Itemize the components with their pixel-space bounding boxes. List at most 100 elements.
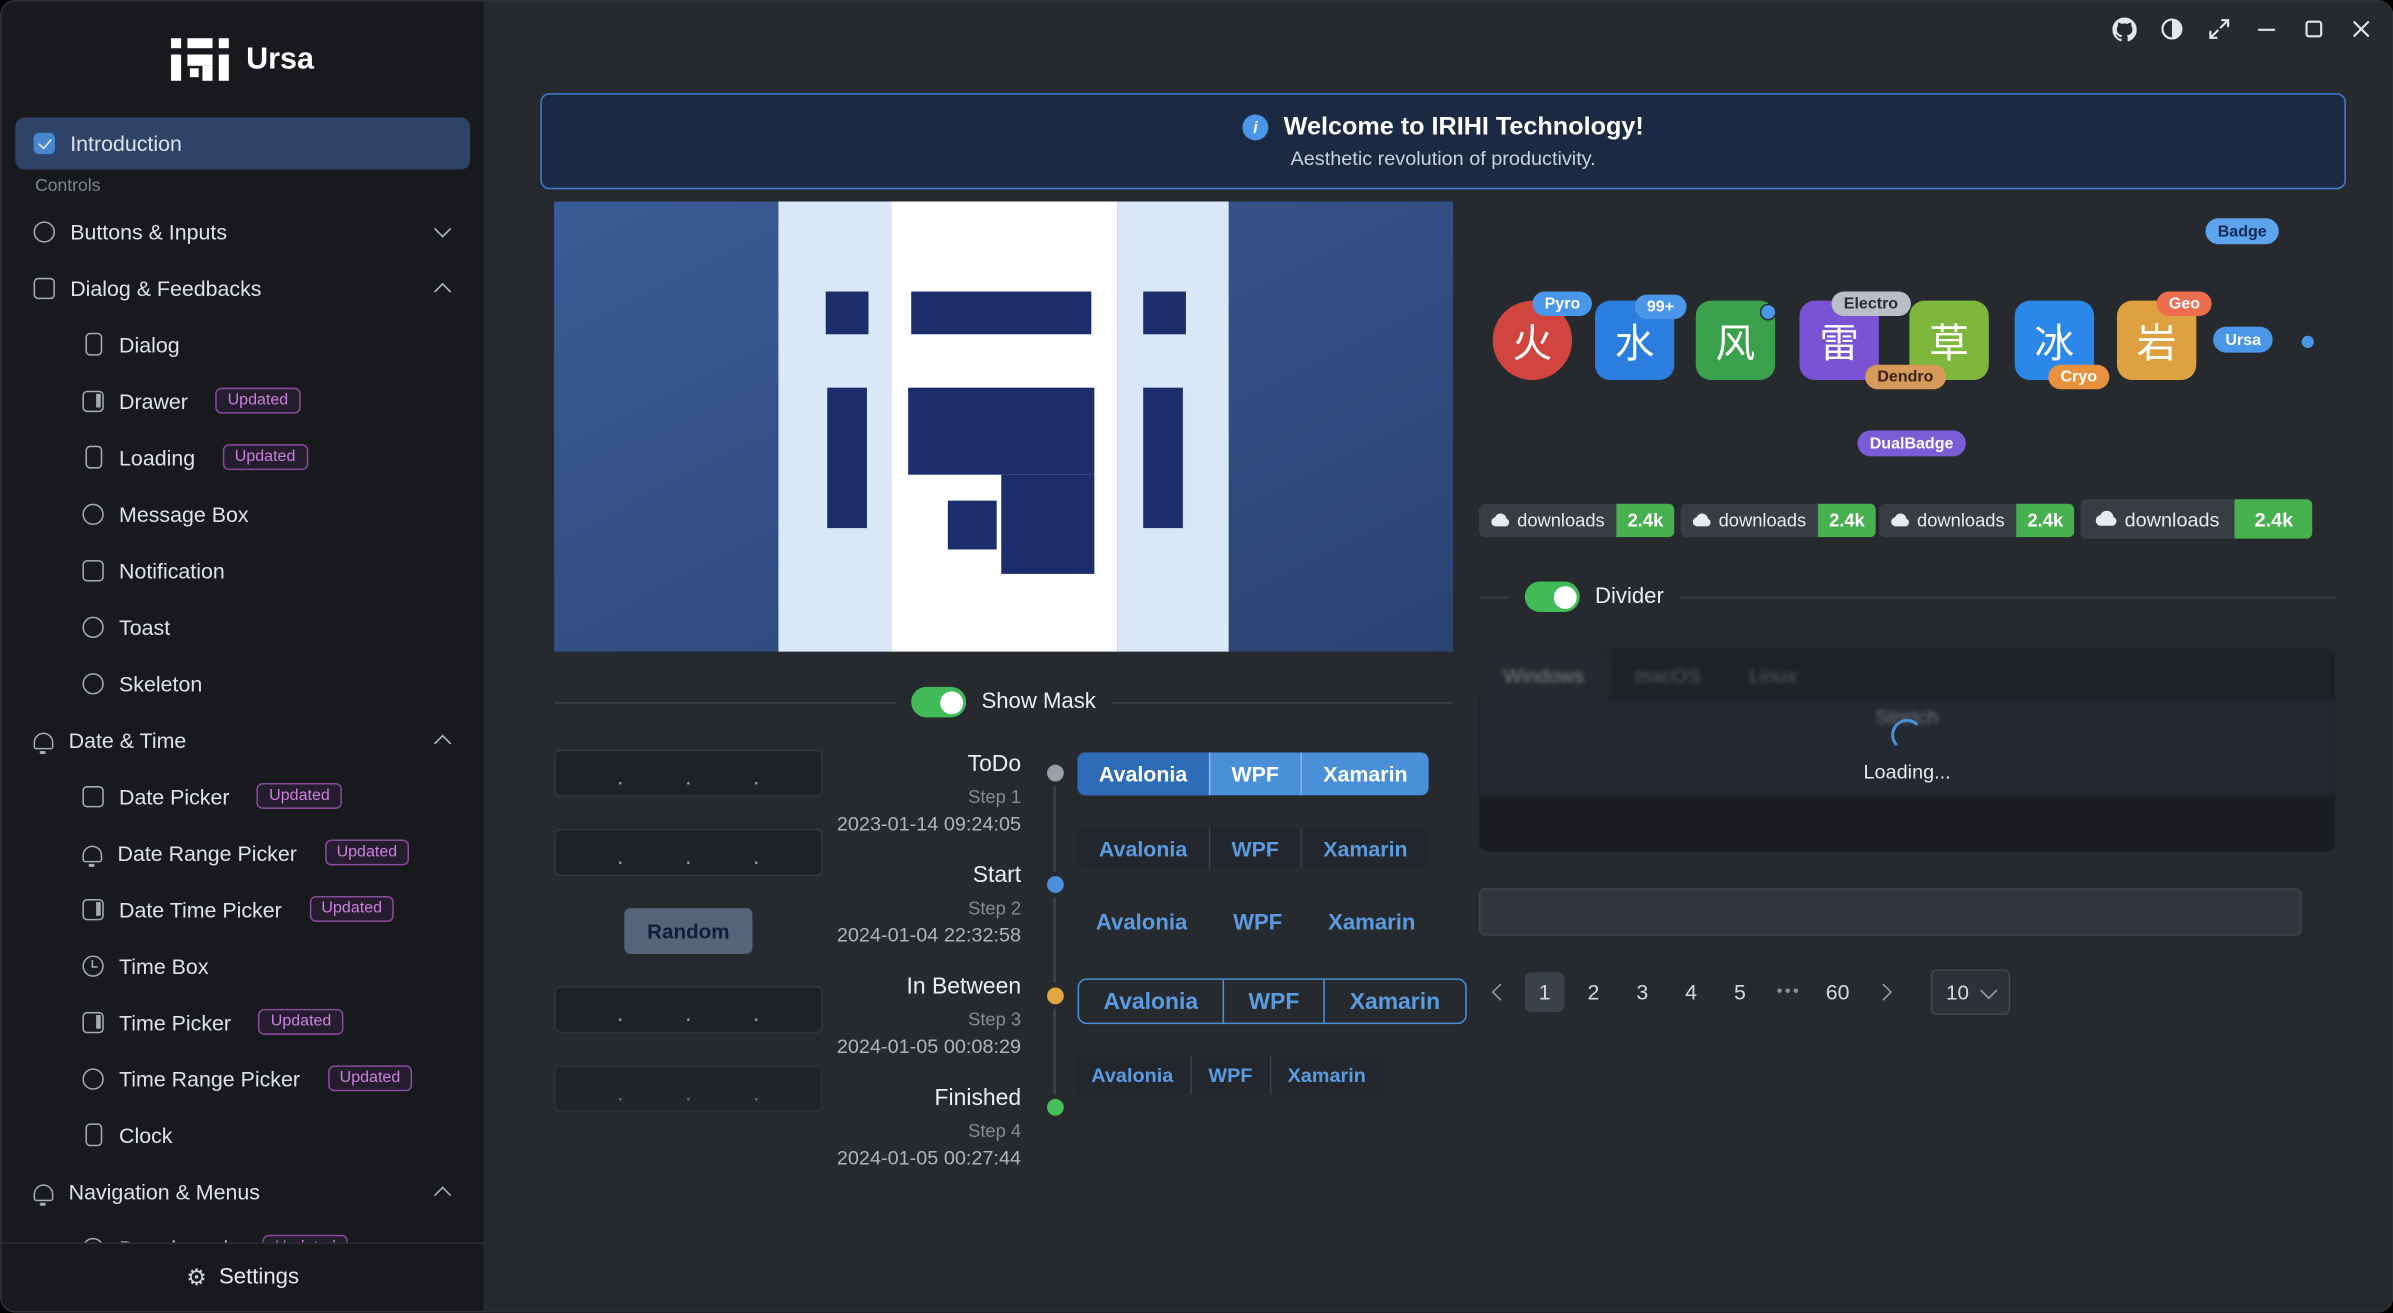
divider-toggle[interactable] bbox=[1525, 582, 1580, 613]
tile-char: 岩 bbox=[2137, 312, 2177, 368]
cloud-download-icon bbox=[2096, 510, 2117, 528]
close-icon[interactable] bbox=[2349, 17, 2373, 41]
date-picker-icon bbox=[82, 785, 103, 806]
group-button-xamarin[interactable]: Xamarin bbox=[1300, 827, 1429, 868]
updated-badge: Updated bbox=[223, 445, 308, 470]
page-size-select[interactable]: 10 bbox=[1931, 969, 2010, 1015]
timeline-time: 2024-01-05 00:08:29 bbox=[714, 1033, 1021, 1060]
sidebar-item-toast[interactable]: Toast bbox=[15, 598, 470, 654]
group-button-wpf[interactable]: WPF bbox=[1190, 1056, 1269, 1094]
timeline-item-todo: ToDo Step 1 2023-01-14 09:24:05 bbox=[714, 749, 1068, 860]
sidebar-item-time-box[interactable]: Time Box bbox=[15, 937, 470, 993]
show-mask-toggle[interactable] bbox=[911, 687, 966, 718]
maximize-icon[interactable] bbox=[2302, 17, 2326, 41]
time-range-picker-icon bbox=[82, 1068, 103, 1089]
fullscreen-icon[interactable] bbox=[2207, 17, 2231, 41]
sidebar-group-dialog-feedbacks[interactable]: Dialog & Feedbacks bbox=[15, 259, 470, 315]
timeline-title: ToDo bbox=[714, 749, 1021, 780]
sidebar-section-controls: Controls bbox=[15, 169, 470, 203]
shield-value: 2.4k bbox=[2235, 499, 2313, 539]
timeline-item-start: Start Step 2 2024-01-04 22:32:58 bbox=[714, 861, 1068, 972]
group-button-avalonia[interactable]: Avalonia bbox=[1073, 902, 1210, 943]
timeline: ToDo Step 1 2023-01-14 09:24:05 Start St… bbox=[714, 749, 1068, 1195]
sidebar-item-label: Dialog & Feedbacks bbox=[70, 275, 261, 299]
updated-badge: Updated bbox=[263, 1235, 348, 1242]
sidebar-item-clock[interactable]: Clock bbox=[15, 1107, 470, 1163]
text-input[interactable] bbox=[1479, 888, 2302, 935]
sidebar-item-label: Message Box bbox=[119, 501, 248, 525]
timeline-item-in-between: In Between Step 3 2024-01-05 00:08:29 bbox=[714, 972, 1068, 1083]
sidebar-item-date-time-picker[interactable]: Date Time Picker Updated bbox=[15, 881, 470, 937]
sidebar-item-breadcrumb[interactable]: Breadcrumb Updated bbox=[15, 1220, 470, 1243]
sidebar-group-navigation-menus[interactable]: Navigation & Menus bbox=[15, 1163, 470, 1219]
group-button-wpf[interactable]: WPF bbox=[1223, 980, 1324, 1023]
sidebar-item-label: Skeleton bbox=[119, 671, 202, 695]
sidebar-item-label: Time Picker bbox=[119, 1010, 231, 1034]
sidebar-item-skeleton[interactable]: Skeleton bbox=[15, 655, 470, 711]
shield-label: downloads bbox=[1719, 510, 1807, 531]
divider-line bbox=[554, 701, 896, 703]
badge-geo: Geo bbox=[2157, 292, 2213, 316]
divider-line bbox=[1679, 596, 2335, 598]
group-button-wpf[interactable]: WPF bbox=[1209, 752, 1301, 795]
sidebar-item-date-picker[interactable]: Date Picker Updated bbox=[15, 768, 470, 824]
group-button-xamarin[interactable]: Xamarin bbox=[1305, 902, 1438, 943]
badge-99plus: 99+ bbox=[1635, 295, 1687, 319]
sidebar-group-buttons-inputs[interactable]: Buttons & Inputs bbox=[15, 203, 470, 259]
sidebar-item-introduction[interactable]: Introduction bbox=[15, 118, 470, 170]
pagination-page-3[interactable]: 3 bbox=[1622, 972, 1662, 1012]
sidebar-item-time-range-picker[interactable]: Time Range Picker Updated bbox=[15, 1050, 470, 1106]
group-button-avalonia[interactable]: Avalonia bbox=[1078, 827, 1209, 868]
breadcrumb-icon bbox=[82, 1237, 103, 1242]
loading-spinner-icon bbox=[1891, 718, 1923, 750]
pagination-page-4[interactable]: 4 bbox=[1671, 972, 1711, 1012]
downloads-shield: downloads 2.4k bbox=[1879, 504, 2074, 538]
sidebar-item-time-picker[interactable]: Time Picker Updated bbox=[15, 994, 470, 1050]
group-button-wpf[interactable]: WPF bbox=[1209, 827, 1301, 868]
tile-char: 冰 bbox=[2035, 312, 2075, 368]
pagination-ellipsis: ••• bbox=[1769, 972, 1809, 1012]
clock-icon bbox=[85, 1123, 102, 1146]
updated-badge: Updated bbox=[324, 840, 409, 865]
settings-button[interactable]: ⚙ Settings bbox=[2, 1242, 484, 1311]
group-button-xamarin[interactable]: Xamarin bbox=[1300, 752, 1429, 795]
sidebar-item-dialog[interactable]: Dialog bbox=[15, 316, 470, 372]
group-button-xamarin[interactable]: Xamarin bbox=[1324, 980, 1465, 1023]
buttons-inputs-icon bbox=[34, 221, 55, 242]
timeline-item-finished: Finished Step 4 2024-01-05 00:27:44 bbox=[714, 1084, 1068, 1195]
sidebar-item-date-range-picker[interactable]: Date Range Picker Updated bbox=[15, 824, 470, 880]
divider-line bbox=[1479, 596, 1510, 598]
skeleton-icon bbox=[82, 672, 103, 693]
group-button-wpf[interactable]: WPF bbox=[1210, 902, 1305, 943]
pagination-page-60[interactable]: 60 bbox=[1818, 972, 1858, 1012]
group-button-xamarin[interactable]: Xamarin bbox=[1269, 1056, 1382, 1094]
github-icon[interactable] bbox=[2112, 17, 2136, 41]
pagination-page-5[interactable]: 5 bbox=[1720, 972, 1760, 1012]
welcome-banner: i Welcome to IRIHI Technology! Aesthetic… bbox=[540, 93, 2346, 189]
group-button-avalonia[interactable]: Avalonia bbox=[1079, 980, 1222, 1023]
ipv4-dot: . bbox=[617, 765, 623, 791]
divider-label: Divider bbox=[1595, 585, 1664, 609]
pagination-page-2[interactable]: 2 bbox=[1574, 972, 1614, 1012]
minimize-icon[interactable] bbox=[2254, 17, 2278, 41]
tile-char: 风 bbox=[1716, 312, 1756, 368]
pagination-next-button[interactable] bbox=[1867, 972, 1904, 1012]
theme-toggle-icon[interactable] bbox=[2160, 17, 2184, 41]
tab-panel: Windows macOS Linux Stretch Loading... bbox=[1479, 649, 2335, 852]
group-button-avalonia[interactable]: Avalonia bbox=[1075, 1056, 1191, 1094]
chevron-down-icon bbox=[434, 220, 451, 237]
shield-label: downloads bbox=[1517, 510, 1605, 531]
group-button-avalonia[interactable]: Avalonia bbox=[1078, 752, 1209, 795]
sidebar-item-notification[interactable]: Notification bbox=[15, 542, 470, 598]
pagination-prev-button[interactable] bbox=[1479, 972, 1516, 1012]
timeline-step: Step 1 bbox=[714, 783, 1021, 810]
sidebar-item-message-box[interactable]: Message Box bbox=[15, 485, 470, 541]
sidebar-item-loading[interactable]: Loading Updated bbox=[15, 429, 470, 485]
pagination-page-1[interactable]: 1 bbox=[1525, 972, 1565, 1012]
downloads-shield: downloads 2.4k bbox=[1680, 504, 1875, 538]
tile-char: 雷 bbox=[1819, 312, 1859, 368]
badge-cryo: Cryo bbox=[2048, 365, 2109, 389]
sidebar-item-drawer[interactable]: Drawer Updated bbox=[15, 372, 470, 428]
irihi-logo-icon bbox=[171, 38, 229, 81]
sidebar-group-date-time[interactable]: Date & Time bbox=[15, 711, 470, 767]
